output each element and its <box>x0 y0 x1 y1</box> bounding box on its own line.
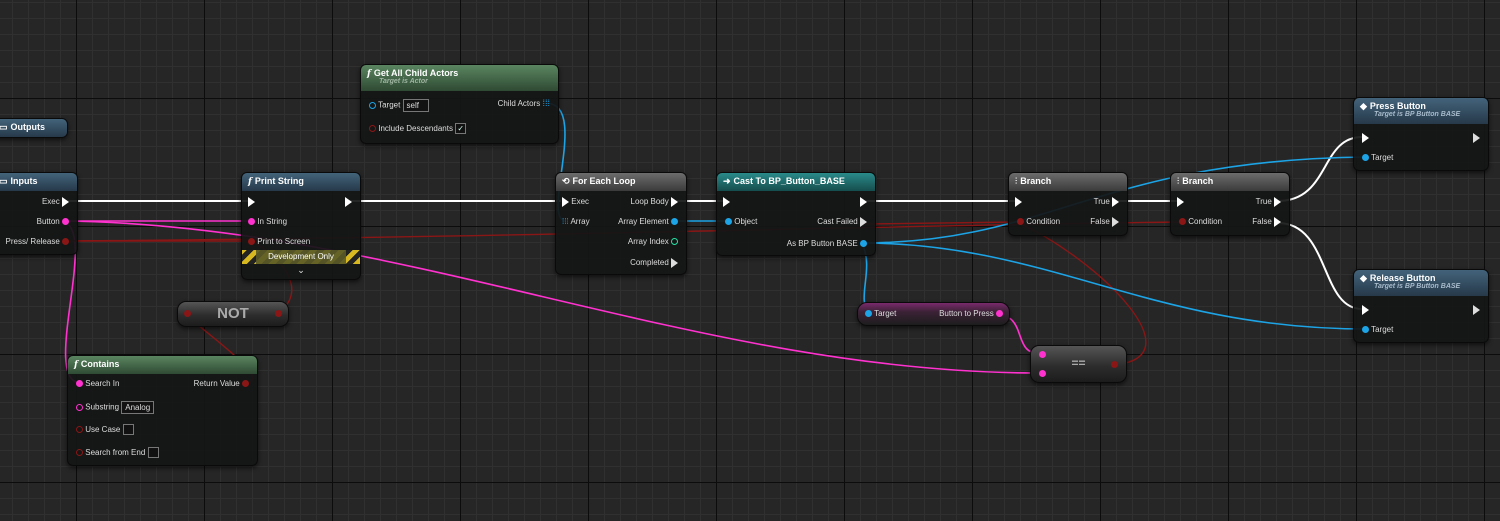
gaca-childactors-pin[interactable]: Child Actors ⁞⁞⁞ <box>498 97 550 109</box>
exec-wire-true-press <box>1277 136 1363 202</box>
loop-icon: ⟲ <box>562 176 570 186</box>
cast-as-pin[interactable]: As BP Button BASE <box>787 238 867 250</box>
not-label: NOT <box>217 305 249 322</box>
array-icon: ⁞⁞⁞ <box>542 98 550 108</box>
branch2-true-pin[interactable]: True <box>1256 196 1281 208</box>
contains-searchin-pin[interactable]: Search In <box>76 378 119 390</box>
contains-return-pin[interactable]: Return Value <box>194 378 249 390</box>
bool-wire-eq-branch1 <box>1016 221 1147 366</box>
foreach-loopbody-pin[interactable]: Loop Body <box>631 196 678 208</box>
button-to-press-getter-node[interactable]: Target Button to Press <box>857 302 1010 326</box>
contains-title: Contains <box>80 359 120 369</box>
release-subtitle: Target is BP Button BASE <box>1374 283 1461 290</box>
branch-icon: ⫶ <box>1177 176 1180 186</box>
substring-input[interactable]: Analog <box>121 401 155 414</box>
include-descendants-checkbox[interactable]: ✓ <box>455 123 467 135</box>
branch1-true-pin[interactable]: True <box>1094 196 1119 208</box>
gaca-subtitle: Target is Actor <box>379 78 428 85</box>
branch1-exec-in-pin[interactable] <box>1015 196 1022 208</box>
branch2-condition-pin[interactable]: Condition <box>1179 216 1222 228</box>
for-each-loop-node[interactable]: ⟲ For Each Loop Exec ⁞⁞⁞ Array Loop Body … <box>555 172 687 275</box>
print-exec-in-pin[interactable] <box>248 196 255 208</box>
inputs-node-title: Inputs <box>10 176 38 186</box>
cast-to-bp-button-base-node[interactable]: ➜ Cast To BP_Button_BASE Object Cast Fail… <box>716 172 876 256</box>
press-exec-in-pin[interactable] <box>1362 132 1369 144</box>
bool-wire-cast-branch1 <box>861 221 1018 225</box>
cast-title: Cast To BP_Button_BASE <box>733 176 845 186</box>
not-output-pin[interactable] <box>275 310 282 317</box>
usecase-checkbox[interactable] <box>122 424 134 436</box>
foreach-element-pin[interactable]: Array Element <box>618 216 678 228</box>
contains-substring-pin[interactable]: Substring Analog <box>76 401 155 414</box>
searchend-checkbox[interactable] <box>147 447 159 459</box>
inputs-node-icon: ▭ <box>0 176 8 186</box>
expand-chevron-icon[interactable]: ⌄ <box>242 265 360 275</box>
gaca-target-pin[interactable]: Target self <box>369 99 429 112</box>
getter-target-pin[interactable]: Target <box>865 308 896 320</box>
branch1-title: Branch <box>1020 176 1052 186</box>
cast-exec-in-pin[interactable] <box>723 196 730 208</box>
branch2-exec-in-pin[interactable] <box>1177 196 1184 208</box>
foreach-exec-in-pin[interactable]: Exec <box>562 196 589 208</box>
branch2-false-pin[interactable]: False <box>1252 216 1281 228</box>
foreach-completed-pin[interactable]: Completed <box>630 257 678 269</box>
press-subtitle: Target is BP Button BASE <box>1374 111 1461 118</box>
equal-node[interactable]: == <box>1030 345 1127 383</box>
event-icon: ◆ <box>1360 273 1367 283</box>
cast-failed-pin[interactable]: Cast Failed <box>817 216 867 228</box>
print-string-title: Print String <box>254 176 304 186</box>
function-icon: f <box>74 360 78 370</box>
cast-object-pin[interactable]: Object <box>725 216 757 228</box>
branch1-condition-pin[interactable]: Condition <box>1017 216 1060 228</box>
foreach-title: For Each Loop <box>572 176 636 186</box>
getter-output-pin[interactable]: Button to Press <box>939 308 1003 320</box>
contains-searchend-pin[interactable]: Search from End <box>76 447 159 459</box>
inputs-press-release-pin[interactable]: Press/ Release <box>6 236 69 248</box>
print-string-node[interactable]: f Print String In String Print to Screen … <box>241 172 361 280</box>
press-button-node[interactable]: ◆ Press Button Target is BP Button BASE T… <box>1353 97 1489 171</box>
function-icon: f <box>248 177 252 187</box>
exec-wire-false-release <box>1277 222 1363 310</box>
equal-input-b-pin[interactable] <box>1039 370 1046 377</box>
branch-node-2[interactable]: ⫶ Branch True Condition False <box>1170 172 1290 236</box>
cast-icon: ➜ <box>723 176 731 186</box>
foreach-array-pin[interactable]: ⁞⁞⁞ Array <box>562 216 590 228</box>
release-target-pin[interactable]: Target <box>1362 324 1393 336</box>
self-field[interactable]: self <box>402 99 429 112</box>
branch-node-1[interactable]: ⫶ Branch True Condition False <box>1008 172 1128 236</box>
branch2-title: Branch <box>1182 176 1214 186</box>
get-all-child-actors-node[interactable]: f Get All Child Actors Target is Actor Ta… <box>360 64 559 144</box>
outputs-node[interactable]: ▭Outputs <box>0 118 68 138</box>
not-node[interactable]: NOT <box>177 301 289 327</box>
print-exec-out-pin[interactable] <box>345 196 352 208</box>
press-exec-out-pin[interactable] <box>1473 132 1480 144</box>
array-icon: ⁞⁞⁞ <box>562 217 569 226</box>
press-target-pin[interactable]: Target <box>1362 152 1393 164</box>
branch-icon: ⫶ <box>1015 176 1018 186</box>
outputs-node-title: Outputs <box>10 122 46 132</box>
inputs-exec-pin[interactable]: Exec <box>42 196 69 208</box>
cast-exec-out-pin[interactable] <box>860 196 867 208</box>
event-icon: ◆ <box>1360 101 1367 111</box>
inputs-button-pin[interactable]: Button <box>37 216 69 228</box>
release-exec-out-pin[interactable] <box>1473 304 1480 316</box>
outputs-node-icon: ▭ <box>0 122 8 132</box>
contains-usecase-pin[interactable]: Use Case <box>76 424 134 436</box>
print-toscreen-pin[interactable]: Print to Screen <box>248 236 310 248</box>
release-button-node[interactable]: ◆ Release Button Target is BP Button BASE… <box>1353 269 1489 343</box>
release-exec-in-pin[interactable] <box>1362 304 1369 316</box>
foreach-index-pin[interactable]: Array Index <box>628 236 678 248</box>
development-only-banner: Development Only <box>242 250 360 264</box>
equal-output-pin[interactable] <box>1111 361 1118 368</box>
gaca-include-pin[interactable]: Include Descendants ✓ <box>369 123 467 135</box>
contains-node[interactable]: f Contains Search In Return Value Substri… <box>67 355 258 466</box>
inputs-node[interactable]: ▭Inputs Exec Button Press/ Release <box>0 172 78 255</box>
print-instring-pin[interactable]: In String <box>248 216 287 228</box>
function-icon: f <box>367 69 371 79</box>
branch1-false-pin[interactable]: False <box>1090 216 1119 228</box>
